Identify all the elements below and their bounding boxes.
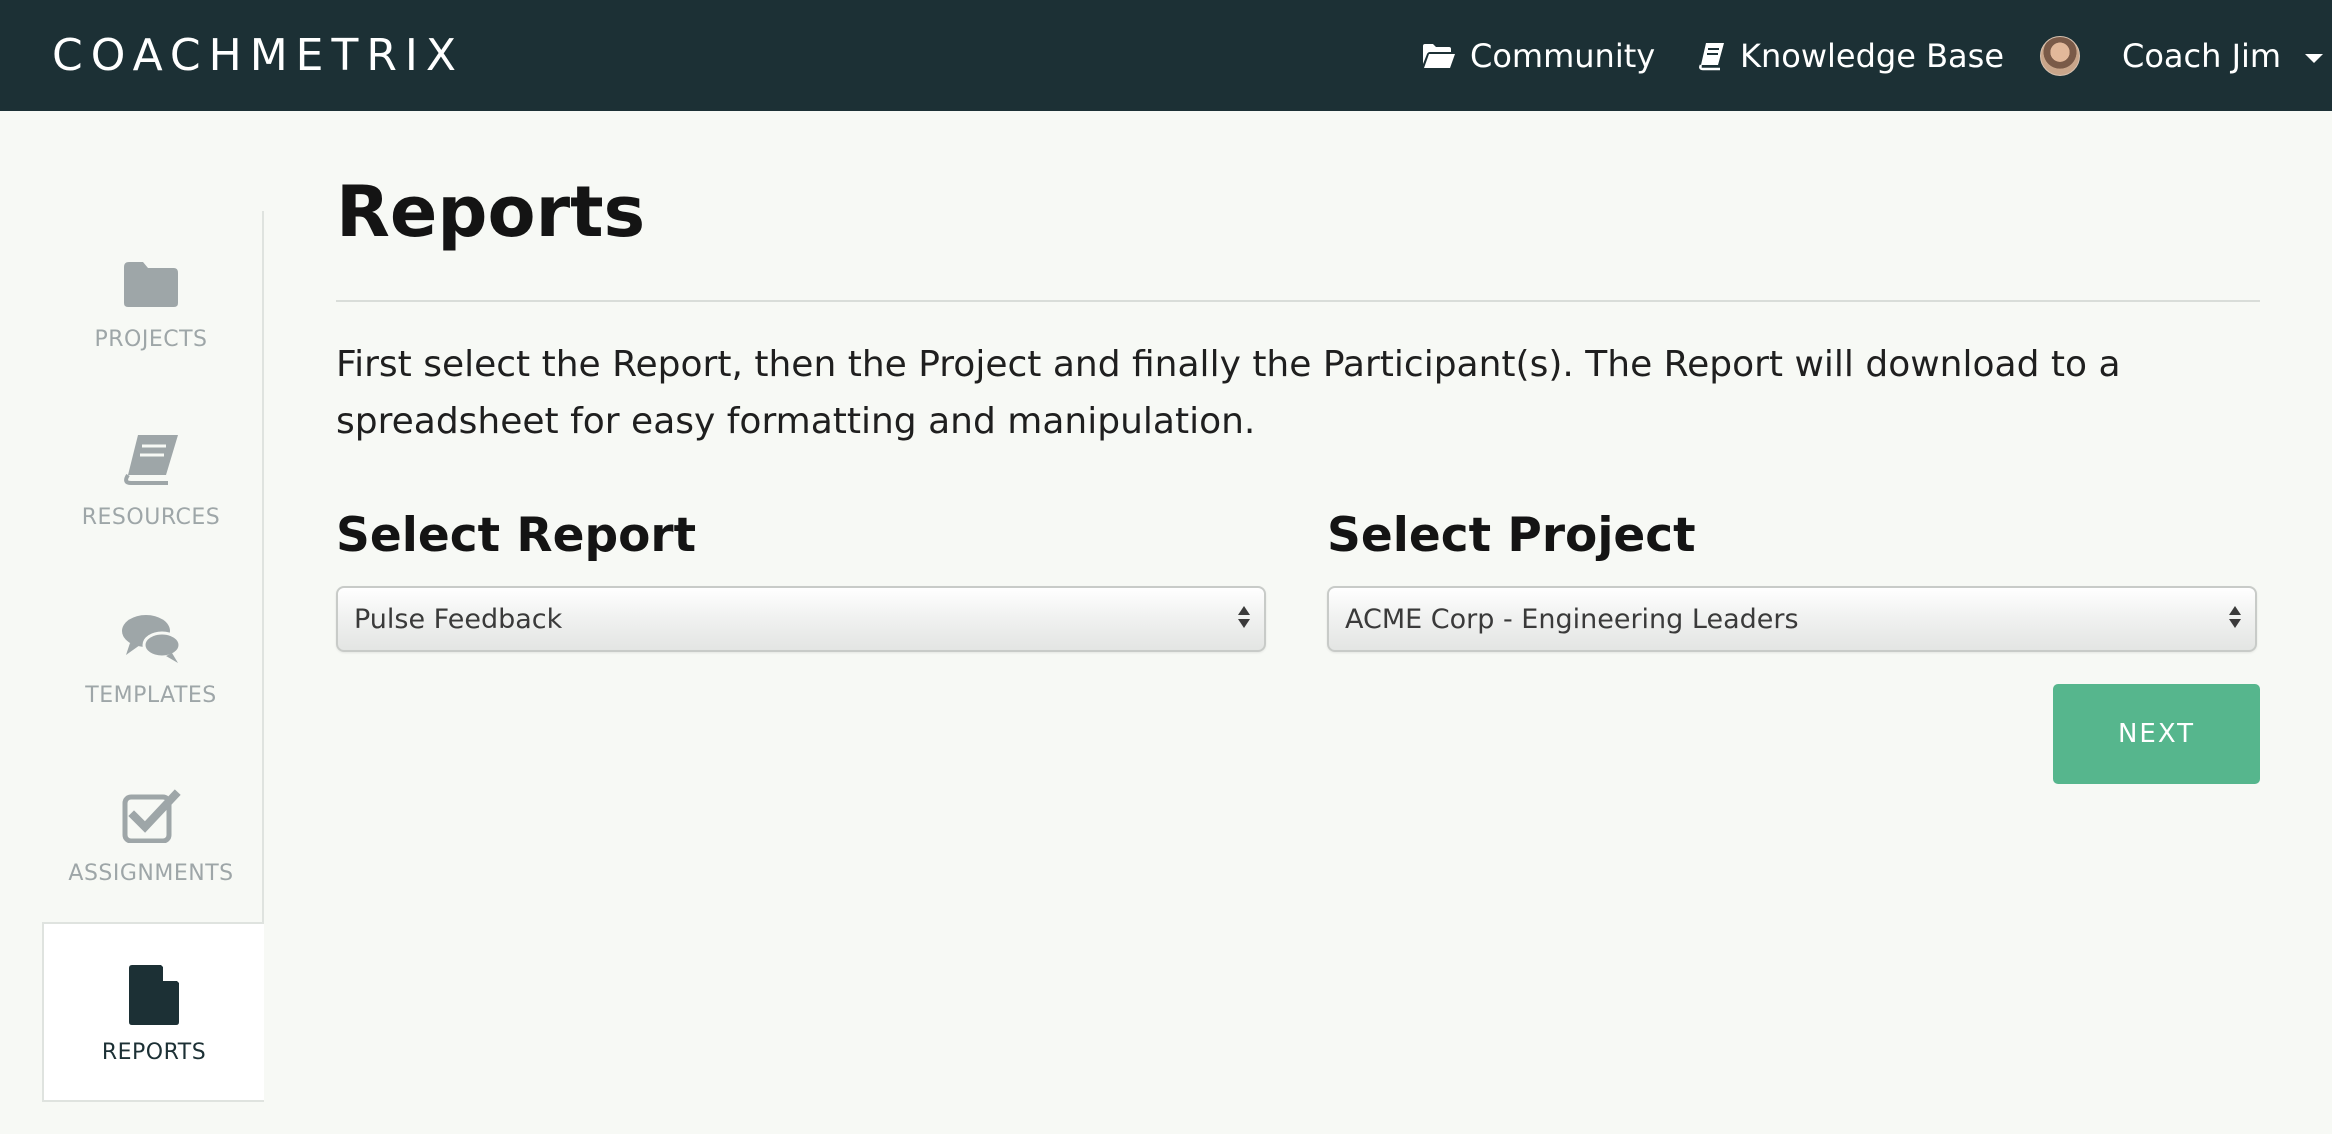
chevron-down-icon <box>2305 53 2324 63</box>
select-arrows-icon <box>2229 606 2241 628</box>
community-label: Community <box>1470 37 1656 75</box>
next-button[interactable]: NEXT <box>2053 684 2260 784</box>
select-report-label: Select Report <box>336 508 697 563</box>
sidebar-item-label: PROJECTS <box>94 327 208 352</box>
select-project-value: ACME Corp - Engineering Leaders <box>1345 603 1799 635</box>
book-icon <box>122 427 180 487</box>
checkbox-icon <box>121 783 181 843</box>
select-report-dropdown[interactable]: Pulse Feedback <box>336 586 1266 652</box>
page-title: Reports <box>336 171 646 253</box>
sidebar-item-reports[interactable]: REPORTS <box>42 922 264 1102</box>
top-navbar: COACHMETRIX Community Knowledge Base Coa… <box>0 0 2332 111</box>
intro-text: First select the Report, then the Projec… <box>336 344 2121 442</box>
chat-bubbles-icon <box>120 605 182 665</box>
user-name: Coach Jim <box>2122 37 2282 75</box>
knowledge-base-link[interactable]: Knowledge Base <box>1698 34 2004 78</box>
sidebar-item-resources[interactable]: RESOURCES <box>42 427 260 605</box>
book-icon <box>1698 41 1726 71</box>
sidebar-item-label: TEMPLATES <box>85 683 217 708</box>
sidebar-item-label: RESOURCES <box>81 505 221 530</box>
user-menu[interactable]: Coach Jim <box>2040 34 2324 78</box>
avatar <box>2040 36 2080 76</box>
select-project-dropdown[interactable]: ACME Corp - Engineering Leaders <box>1327 586 2257 652</box>
folder-icon <box>122 249 180 309</box>
folder-open-icon <box>1422 42 1456 70</box>
knowledge-base-label: Knowledge Base <box>1740 37 2004 75</box>
document-icon <box>127 962 181 1026</box>
sidebar-item-label: ASSIGNMENTS <box>68 861 234 886</box>
sidebar-item-label: REPORTS <box>101 1040 207 1065</box>
sidebar-item-templates[interactable]: TEMPLATES <box>42 605 260 783</box>
app-logo[interactable]: COACHMETRIX <box>52 28 464 84</box>
select-project-label: Select Project <box>1327 508 1696 563</box>
select-report-value: Pulse Feedback <box>354 603 563 635</box>
sidebar-item-projects[interactable]: PROJECTS <box>42 249 260 427</box>
title-divider <box>336 300 2260 302</box>
select-arrows-icon <box>1238 606 1250 628</box>
community-link[interactable]: Community <box>1422 34 1655 78</box>
